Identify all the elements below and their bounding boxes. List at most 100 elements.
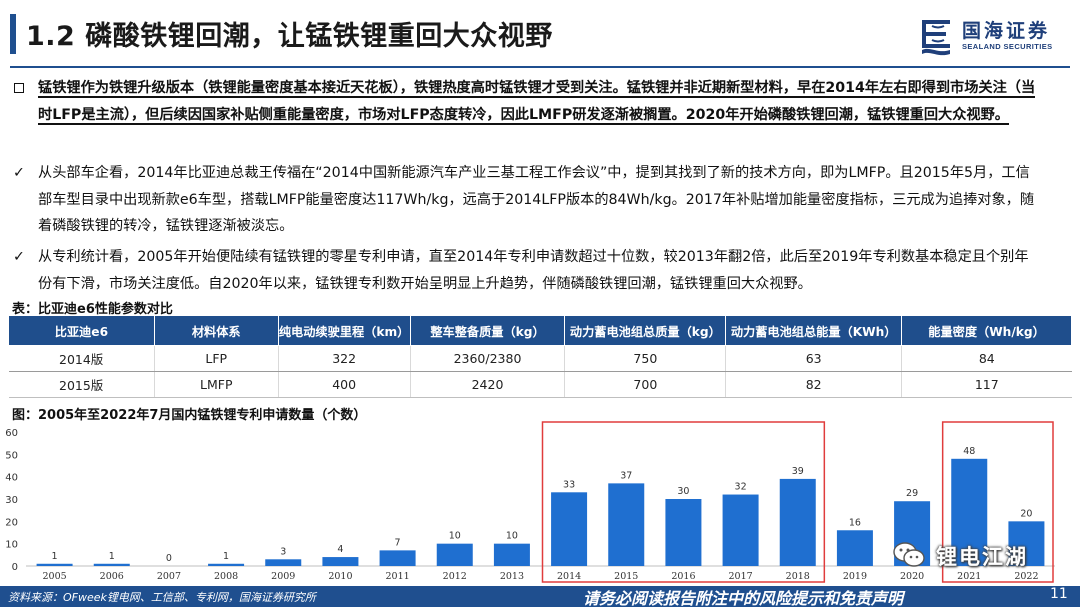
- check-bullet-icon: ✓: [13, 165, 25, 181]
- bar: [379, 550, 416, 566]
- x-tick-label: 2019: [843, 571, 867, 582]
- bar: [36, 563, 73, 566]
- x-tick-label: 2018: [786, 571, 810, 582]
- data-label: 33: [563, 479, 575, 490]
- y-tick-label: 0: [12, 562, 18, 573]
- x-tick-label: 2020: [900, 571, 924, 582]
- wechat-icon: [893, 542, 925, 567]
- table-cell: LMFP: [154, 371, 279, 398]
- column-header: 整车整备质量（kg）: [409, 315, 566, 346]
- bar: [265, 559, 302, 566]
- x-tick-label: 2017: [728, 571, 752, 582]
- data-label: 16: [849, 517, 861, 528]
- x-tick-label: 2006: [100, 571, 124, 582]
- column-header: 能量密度（Wh/kg）: [901, 315, 1072, 346]
- x-tick-label: 2011: [385, 571, 409, 582]
- bar: [722, 494, 759, 566]
- table-cell: 700: [564, 371, 727, 398]
- data-label: 37: [620, 470, 632, 481]
- data-label: 20: [1020, 508, 1032, 519]
- table-row: 2015版 LMFP 400 2420 700 82 117: [8, 371, 1072, 398]
- column-header: 纯电动续驶里程（km）: [277, 315, 411, 346]
- sealand-logo-icon: [922, 20, 950, 56]
- square-bullet-icon: [12, 75, 26, 103]
- footer-source: 资料来源：OFweek锂电网、工信部、专利网，国海证券研究所: [8, 591, 316, 604]
- bar: [551, 492, 588, 566]
- automaker-paragraph: ✓ 从头部车企看，2014年比亚迪总裁王传福在“2014中国新能源汽车产业三基工…: [12, 160, 1042, 240]
- y-tick-label: 10: [5, 540, 18, 551]
- bar: [93, 563, 130, 566]
- table-cell: 2360/2380: [410, 345, 566, 372]
- x-tick-label: 2015: [614, 571, 638, 582]
- key-point-text: 锰铁锂作为铁锂升级版本（铁锂能量密度基本接近天花板），铁锂热度高时锰铁锂才受到关…: [38, 80, 1036, 125]
- bar: [208, 563, 245, 566]
- data-label: 7: [395, 537, 401, 548]
- data-label: 0: [166, 553, 172, 564]
- table-cell: LFP: [154, 345, 279, 372]
- bar: [436, 543, 473, 566]
- data-label: 4: [337, 544, 343, 555]
- bar: [836, 530, 873, 566]
- table-cell: 2015版: [8, 371, 155, 398]
- x-tick-label: 2005: [42, 571, 66, 582]
- bar: [493, 543, 530, 566]
- patent-text: 从专利统计看，2005年开始便陆续有锰铁锂的零星专利申请，直至2014年专利申请…: [38, 249, 1029, 292]
- bar: [322, 557, 359, 566]
- x-tick-label: 2022: [1014, 571, 1038, 582]
- logo-chinese-name: 国海证券: [962, 20, 1051, 42]
- data-label: 3: [280, 546, 286, 557]
- bar: [779, 478, 816, 566]
- company-logo: 国海证券 SEALAND SECURITIES: [918, 16, 1068, 56]
- x-tick-label: 2013: [500, 571, 524, 582]
- data-label: 30: [677, 486, 689, 497]
- data-label: 32: [735, 482, 747, 493]
- key-point-paragraph: 锰铁锂作为铁锂升级版本（铁锂能量密度基本接近天花板），铁锂热度高时锰铁锂才受到关…: [12, 75, 1042, 128]
- x-tick-label: 2014: [557, 571, 581, 582]
- data-label: 10: [449, 531, 461, 542]
- column-header: 材料体系: [153, 315, 279, 346]
- table-cell: 2014版: [8, 345, 155, 372]
- bar: [608, 483, 645, 566]
- data-label: 39: [792, 466, 804, 477]
- table-header-row: 比亚迪e6 材料体系 纯电动续驶里程（km） 整车整备质量（kg） 动力蓄电池组…: [8, 315, 1072, 346]
- x-tick-label: 2007: [157, 571, 181, 582]
- check-bullet-icon: ✓: [13, 249, 25, 265]
- y-tick-label: 30: [5, 495, 18, 506]
- page-header: 1.2 磷酸铁锂回潮，让锰铁锂重回大众视野 国海证券 SEALAND SECUR…: [0, 0, 1080, 68]
- table-cell: 63: [725, 345, 903, 372]
- x-tick-label: 2009: [271, 571, 295, 582]
- x-tick-label: 2010: [328, 571, 352, 582]
- automaker-text: 从头部车企看，2014年比亚迪总裁王传福在“2014中国新能源汽车产业三基工程工…: [38, 165, 1035, 234]
- bar: [665, 499, 702, 566]
- wechat-watermark: 锂电江湖: [892, 538, 1072, 572]
- x-tick-label: 2016: [671, 571, 695, 582]
- data-label: 29: [906, 488, 918, 499]
- table-cell: 400: [278, 371, 411, 398]
- y-tick-label: 20: [5, 517, 18, 528]
- byd-e6-spec-table: 比亚迪e6 材料体系 纯电动续驶里程（km） 整车整备质量（kg） 动力蓄电池组…: [8, 315, 1072, 398]
- footer-disclaimer: 请务必阅读报告附注中的风险提示和免责声明: [583, 589, 904, 607]
- title-accent-bar: [10, 14, 16, 54]
- data-label: 1: [52, 551, 58, 562]
- table-cell: 82: [725, 371, 903, 398]
- logo-english-name: SEALAND SECURITIES: [962, 42, 1053, 51]
- header-divider: [10, 66, 1070, 68]
- page-title: 1.2 磷酸铁锂回潮，让锰铁锂重回大众视野: [26, 21, 553, 52]
- column-header: 动力蓄电池组总质量（kg）: [564, 315, 727, 346]
- table-cell: 117: [901, 371, 1072, 398]
- patent-paragraph: ✓ 从专利统计看，2005年开始便陆续有锰铁锂的零星专利申请，直至2014年专利…: [12, 244, 1042, 297]
- y-tick-label: 60: [5, 428, 18, 439]
- table-cell: 2420: [410, 371, 566, 398]
- data-label: 10: [506, 531, 518, 542]
- page-number: 11: [1050, 586, 1068, 602]
- y-tick-label: 50: [5, 450, 18, 461]
- table-cell: 322: [278, 345, 411, 372]
- x-tick-label: 2012: [443, 571, 467, 582]
- table-row: 2014版 LFP 322 2360/2380 750 63 84: [8, 345, 1072, 372]
- data-label: 1: [223, 551, 229, 562]
- y-tick-label: 40: [5, 473, 18, 484]
- column-header: 比亚迪e6: [8, 315, 155, 346]
- data-label: 48: [963, 446, 975, 457]
- table-cell: 84: [901, 345, 1072, 372]
- watermark-text: 锂电江湖: [936, 545, 1028, 569]
